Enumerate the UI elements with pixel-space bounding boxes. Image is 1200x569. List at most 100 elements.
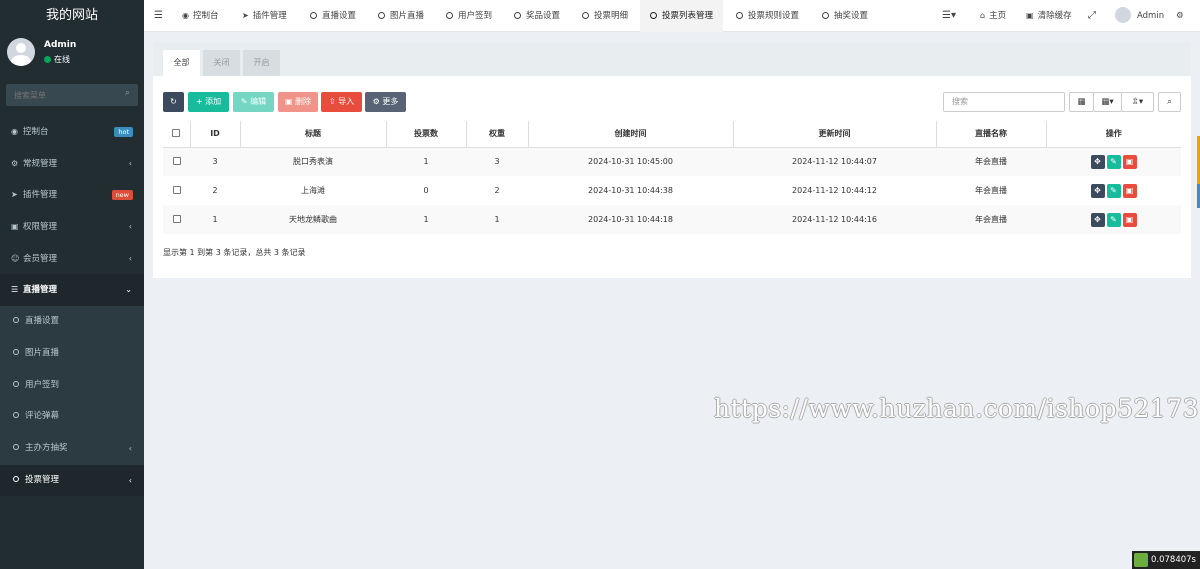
col-updated[interactable]: 更新时间 [732,121,936,148]
tab-vote-rules[interactable]: 投票规则设置 [736,0,799,32]
delete-row-icon[interactable]: ▣ [1122,212,1137,227]
home-link[interactable]: ⌂ 主页 [980,0,1006,32]
sidebar-item-general[interactable]: ⚙ 常规管理 ‹ [0,148,144,180]
sidebar-subitem-lottery[interactable]: 主办方抽奖 ‹ [0,432,144,465]
gears-icon[interactable]: ⚙ [1176,11,1184,21]
col-weight[interactable]: 权重 [465,121,528,148]
filter-tab-open[interactable]: 开启 [243,50,280,76]
table-row[interactable]: 3 脱口秀表演 1 3 2024-10-31 10:45:00 2024-11-… [163,147,1181,176]
delete-label: 删除 [295,97,312,106]
sidebar-subitem-danmaku[interactable]: 评论弹幕 [0,401,144,433]
edit-row-icon[interactable]: ✎ [1106,154,1121,169]
tab-vote-list[interactable]: 投票列表管理 [640,0,724,32]
sidebar-item-label: 插件管理 [23,190,58,201]
settings-toggle[interactable]: ⚙ [1176,0,1184,32]
sidebar-item-label: 常规管理 [23,158,58,169]
tab-lottery-settings[interactable]: 抽奖设置 [822,0,868,32]
site-logo[interactable]: 我的网站 [0,0,144,32]
sidebar-subitem-vote[interactable]: 投票管理 ‹ [0,464,144,497]
dashboard-icon: ◉ [182,11,189,20]
tab-dashboard[interactable]: ◉ 控制台 [182,0,219,32]
edit-row-icon[interactable]: ✎ [1106,183,1121,198]
columns-button[interactable]: ▦▾ [1093,92,1122,112]
row-select-cell[interactable] [163,176,190,205]
edit-button[interactable]: ✎ 编辑 [233,92,274,112]
expand-icon[interactable]: ⤢ [1088,10,1096,21]
col-title[interactable]: 标题 [239,121,386,148]
tab-live-settings[interactable]: 直播设置 [310,0,356,32]
delete-row-icon[interactable]: ▣ [1122,183,1137,198]
sidebar-menu: ◉ 控制台 hot ⚙ 常规管理 ‹ ➤ 插件管理 new ▣ 权限管理 ‹ ☺ 会员管理 ‹ ☰ 直… [0,116,144,497]
sidebar-subitem-label: 图片直播 [25,347,60,358]
drag-handle-icon[interactable]: ✥ [1090,212,1105,227]
chevron-left-icon: ‹ [128,253,132,263]
user-name: Admin [44,40,77,50]
col-id[interactable]: ID [189,121,240,148]
delete-row-icon[interactable]: ▣ [1122,154,1137,169]
sidebar-item-live[interactable]: ☰ 直播管理 ⌄ [0,274,144,307]
avatar [1115,7,1131,23]
drag-handle-icon[interactable]: ✥ [1090,183,1105,198]
select-all-checkbox[interactable] [172,128,181,137]
col-actions: 操作 [1045,121,1181,148]
search-icon[interactable]: ⌕ [125,88,130,98]
cell-title: 天地龙鳞歌曲 [240,205,386,234]
sidebar-item-dashboard[interactable]: ◉ 控制台 hot [0,116,144,148]
more-button[interactable]: ⚙ 更多 [365,92,406,112]
row-checkbox[interactable] [172,156,181,165]
fullscreen-button[interactable]: ⤢ [1088,0,1096,32]
cell-actions: ✥ ✎ ▣ [1046,176,1181,205]
sidebar-item-plugins[interactable]: ➤ 插件管理 new [0,179,144,211]
edit-row-icon[interactable]: ✎ [1106,212,1121,227]
clear-cache-button[interactable]: ▣ 清除缓存 [1026,0,1072,32]
delete-button[interactable]: ▣ 删除 [278,92,318,112]
tab-checkin[interactable]: 用户签到 [446,0,492,32]
drag-handle-icon[interactable]: ✥ [1090,154,1105,169]
col-votes[interactable]: 投票数 [385,121,466,148]
user-menu-label: Admin [1137,11,1165,21]
select-all-cell[interactable] [163,121,190,148]
list-dropdown-icon[interactable]: ☰▾ [942,10,956,21]
hamburger-icon[interactable]: ☰ [154,10,163,21]
row-select-cell[interactable] [163,147,190,176]
export-icon: ⇫▾ [1131,97,1144,107]
table-row[interactable]: 2 上海滩 0 2 2024-10-31 10:44:38 2024-11-12… [163,176,1181,205]
cell-weight: 3 [466,147,528,176]
user-menu[interactable]: Admin [1115,0,1164,32]
sidebar-subitem-live-settings[interactable]: 直播设置 [0,306,144,338]
import-button[interactable]: ⇧ 导入 [321,92,362,112]
toggle-view-button[interactable]: ▦ [1069,92,1094,112]
sidebar-search[interactable]: ⌕ [6,84,138,106]
table-row[interactable]: 1 天地龙鳞歌曲 1 1 2024-10-31 10:44:18 2024-11… [163,205,1181,234]
tab-photo-live[interactable]: 图片直播 [378,0,424,32]
tab-plugins[interactable]: ➤ 插件管理 [242,0,287,32]
filter-tab-closed[interactable]: 关闭 [203,50,240,76]
topbar: ☰ ◉ 控制台 ➤ 插件管理 直播设置 图片直播 用户签到 奖品设置 投票明细 投票… [144,0,1200,32]
row-select-cell[interactable] [163,205,190,234]
export-button[interactable]: ⇫▾ [1121,92,1154,112]
chevron-left-icon: ‹ [128,222,132,232]
refresh-button[interactable]: ↻ [163,92,184,112]
cell-live-name: 年会直播 [936,205,1046,234]
sidebar-item-label: 权限管理 [23,222,58,233]
advanced-search-button[interactable]: ⌕ [1158,92,1181,112]
sidebar-item-members[interactable]: ☺ 会员管理 ‹ [0,243,144,275]
circle-icon [13,380,19,387]
sidebar-toggle[interactable]: ☰ [154,0,163,32]
row-checkbox[interactable] [172,214,181,223]
sidebar-subitem-label: 主办方抽奖 [25,442,68,453]
tabs-dropdown[interactable]: ☰▾ [942,0,956,32]
filter-tab-all[interactable]: 全部 [163,50,200,76]
col-created[interactable]: 创建时间 [527,121,733,148]
circle-icon [13,475,19,482]
sidebar-search-input[interactable] [6,84,138,106]
tab-vote-details[interactable]: 投票明细 [582,0,628,32]
tab-prizes[interactable]: 奖品设置 [514,0,560,32]
row-checkbox[interactable] [172,185,181,194]
add-button[interactable]: + 添加 [188,92,229,112]
table-search-input[interactable]: 搜索 [943,92,1065,112]
sidebar-subitem-photo-live[interactable]: 图片直播 [0,337,144,370]
sidebar-subitem-checkin[interactable]: 用户签到 [0,369,144,402]
sidebar-item-auth[interactable]: ▣ 权限管理 ‹ [0,211,144,243]
col-live-name[interactable]: 直播名称 [935,121,1046,148]
